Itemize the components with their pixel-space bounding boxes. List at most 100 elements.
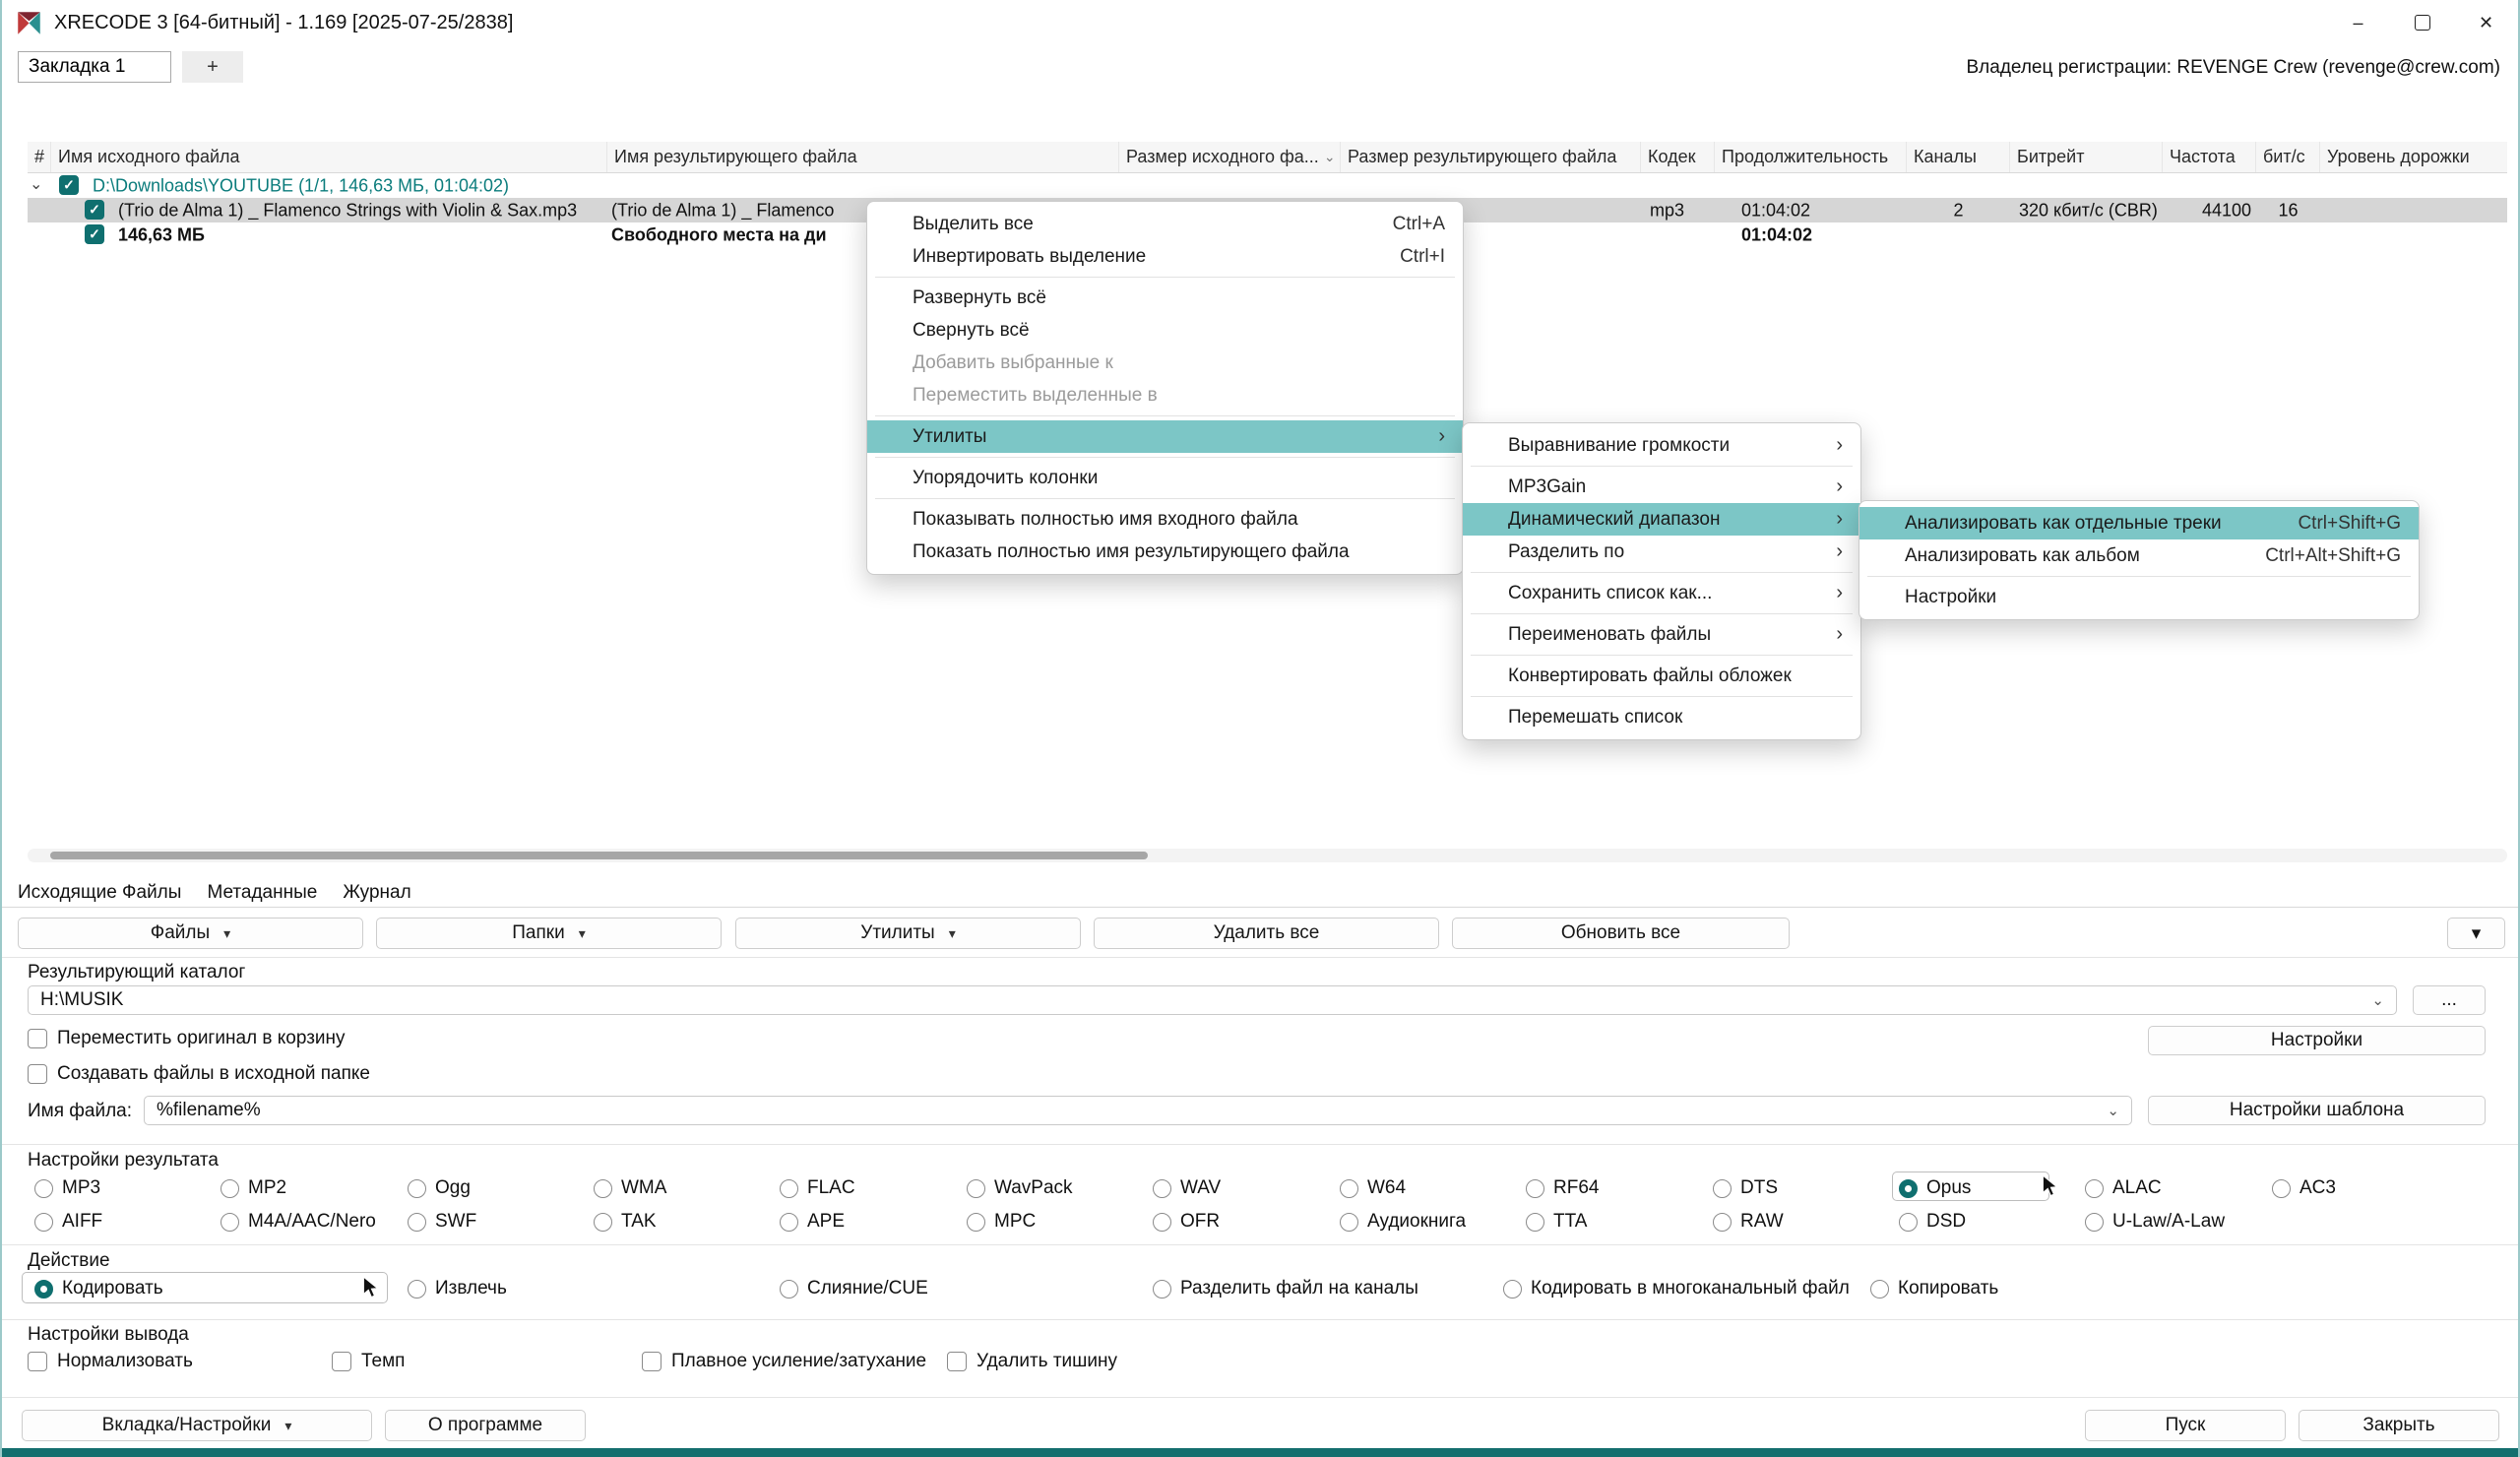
format-swf[interactable]: SWF <box>408 1209 476 1235</box>
toolbar-more-button[interactable]: ▾ <box>2447 918 2505 949</box>
menu-item-split-by[interactable]: Разделить по› <box>1463 536 1860 568</box>
menu-item-rename-files[interactable]: Переименовать файлы› <box>1463 618 1860 651</box>
format-opus[interactable]: Opus <box>1899 1175 1971 1201</box>
tab-settings-button[interactable]: Вкладка/Настройки▾ <box>22 1410 372 1441</box>
menu-item-collapse-all[interactable]: Свернуть всё <box>867 314 1463 347</box>
remove-silence-option[interactable]: Удалить тишину <box>947 1351 1117 1372</box>
format-tak[interactable]: TAK <box>594 1209 657 1235</box>
menu-item-expand-all[interactable]: Развернуть всё <box>867 282 1463 314</box>
menu-item-save-list-as[interactable]: Сохранить список как...› <box>1463 577 1860 609</box>
action-split-channels[interactable]: Разделить файл на каналы <box>1153 1276 1418 1301</box>
format-mpc[interactable]: MPC <box>967 1209 1036 1235</box>
col-number[interactable]: # <box>28 142 51 172</box>
menu-item-dynamic-range[interactable]: Динамический диапазон› <box>1463 503 1860 536</box>
format-aiff[interactable]: AIFF <box>34 1209 102 1235</box>
tab-metadata[interactable]: Метаданные <box>207 882 317 904</box>
format-dsd[interactable]: DSD <box>1899 1209 1966 1235</box>
start-button[interactable]: Пуск <box>2085 1410 2286 1441</box>
scrollbar-thumb[interactable] <box>50 852 1148 859</box>
format-wavpack[interactable]: WavPack <box>967 1175 1073 1201</box>
col-source-name[interactable]: Имя исходного файла <box>51 142 607 172</box>
menu-item-volume-leveling[interactable]: Выравнивание громкости› <box>1463 429 1860 462</box>
trash-settings-button[interactable]: Настройки <box>2148 1026 2486 1055</box>
utilities-dropdown-button[interactable]: Утилиты▾ <box>735 918 1081 949</box>
col-duration[interactable]: Продолжительность <box>1715 142 1907 172</box>
format-ogg[interactable]: Ogg <box>408 1175 471 1201</box>
horizontal-scrollbar[interactable] <box>28 849 2507 862</box>
col-source-size[interactable]: Размер исходного фа... ⌄ <box>1119 142 1341 172</box>
tempo-option[interactable]: Темп <box>332 1351 405 1372</box>
col-bitrate[interactable]: Битрейт <box>2010 142 2163 172</box>
col-frequency[interactable]: Частота <box>2163 142 2256 172</box>
output-dir-combobox[interactable]: H:\MUSIK ⌄ <box>28 985 2397 1015</box>
folders-dropdown-button[interactable]: Папки▾ <box>376 918 722 949</box>
action-extract[interactable]: Извлечь <box>408 1276 507 1301</box>
normalize-checkbox[interactable] <box>28 1352 47 1371</box>
menu-item-shuffle-list[interactable]: Перемешать список <box>1463 701 1860 733</box>
menu-item-analyze-as-album[interactable]: Анализировать как альбомCtrl+Alt+Shift+G <box>1859 539 2419 572</box>
format-ofr[interactable]: OFR <box>1153 1209 1220 1235</box>
format-rf64[interactable]: RF64 <box>1526 1175 1599 1201</box>
col-codec[interactable]: Кодек <box>1641 142 1715 172</box>
format-raw[interactable]: RAW <box>1713 1209 1784 1235</box>
browse-button[interactable]: ... <box>2413 985 2486 1015</box>
col-target-size[interactable]: Размер результирующего файла <box>1341 142 1641 172</box>
move-to-trash-checkbox[interactable] <box>28 1029 47 1048</box>
col-target-name[interactable]: Имя результирующего файла <box>607 142 1119 172</box>
format-mp2[interactable]: MP2 <box>220 1175 286 1201</box>
tab-bookmark-1[interactable]: Закладка 1 <box>18 51 171 83</box>
template-settings-button[interactable]: Настройки шаблона <box>2148 1096 2486 1125</box>
about-button[interactable]: О программе <box>385 1410 586 1441</box>
format-audiobook[interactable]: Аудиокнига <box>1340 1209 1466 1235</box>
group-path[interactable]: D:\Downloads\YOUTUBE (1/1, 146,63 МБ, 01… <box>93 175 509 196</box>
format-ape[interactable]: APE <box>780 1209 845 1235</box>
create-in-source-option[interactable]: Создавать файлы в исходной папке <box>28 1063 370 1085</box>
format-alac[interactable]: ALAC <box>2085 1175 2162 1201</box>
format-tta[interactable]: TTA <box>1526 1209 1587 1235</box>
action-encode-multichannel[interactable]: Кодировать в многоканальный файл <box>1503 1276 1850 1301</box>
maximize-button[interactable] <box>2390 0 2454 45</box>
normalize-option[interactable]: Нормализовать <box>28 1351 193 1372</box>
action-encode[interactable]: Кодировать <box>34 1276 163 1301</box>
menu-item-analyze-as-tracks[interactable]: Анализировать как отдельные трекиCtrl+Sh… <box>1859 507 2419 539</box>
format-dts[interactable]: DTS <box>1713 1175 1778 1201</box>
fade-option[interactable]: Плавное усиление/затухание <box>642 1351 926 1372</box>
table-row-group[interactable]: ⌄ ✓ D:\Downloads\YOUTUBE (1/1, 146,63 МБ… <box>28 173 2507 198</box>
refresh-all-button[interactable]: Обновить все <box>1452 918 1790 949</box>
tempo-checkbox[interactable] <box>332 1352 351 1371</box>
tab-output-files[interactable]: Исходящие Файлы <box>18 882 181 904</box>
action-merge-cue[interactable]: Слияние/CUE <box>780 1276 928 1301</box>
format-wma[interactable]: WMA <box>594 1175 666 1201</box>
menu-item-arrange-columns[interactable]: Упорядочить колонки <box>867 462 1463 494</box>
create-in-source-checkbox[interactable] <box>28 1064 47 1084</box>
format-ulaw[interactable]: U-Law/A-Law <box>2085 1209 2225 1235</box>
format-w64[interactable]: W64 <box>1340 1175 1406 1201</box>
filename-combobox[interactable]: %filename% ⌄ <box>144 1096 2132 1125</box>
files-dropdown-button[interactable]: Файлы▾ <box>18 918 363 949</box>
close-app-button[interactable]: Закрыть <box>2299 1410 2499 1441</box>
action-copy[interactable]: Копировать <box>1870 1276 1998 1301</box>
tab-log[interactable]: Журнал <box>343 882 410 904</box>
format-wav[interactable]: WAV <box>1153 1175 1221 1201</box>
menu-item-utilities[interactable]: Утилиты› <box>867 420 1463 453</box>
format-m4a[interactable]: M4A/AAC/Nero <box>220 1209 376 1235</box>
group-checkbox[interactable]: ✓ <box>59 175 79 195</box>
format-mp3[interactable]: MP3 <box>34 1175 100 1201</box>
format-flac[interactable]: FLAC <box>780 1175 855 1201</box>
menu-item-dr-settings[interactable]: Настройки <box>1859 581 2419 613</box>
minimize-button[interactable]: – <box>2326 0 2390 45</box>
menu-item-convert-cover-files[interactable]: Конвертировать файлы обложек <box>1463 660 1860 692</box>
summary-checkbox[interactable]: ✓ <box>85 224 104 244</box>
file-checkbox[interactable]: ✓ <box>85 200 104 220</box>
col-track-level[interactable]: Уровень дорожки <box>2320 142 2506 172</box>
col-channels[interactable]: Каналы <box>1907 142 2010 172</box>
fade-checkbox[interactable] <box>642 1352 662 1371</box>
menu-item-show-full-input-name[interactable]: Показывать полностью имя входного файла <box>867 503 1463 536</box>
close-button[interactable]: ✕ <box>2454 0 2518 45</box>
expander-icon[interactable]: ⌄ <box>30 174 42 194</box>
col-bits[interactable]: бит/с <box>2256 142 2320 172</box>
menu-item-show-full-output-name[interactable]: Показать полностью имя результирующего ф… <box>867 536 1463 568</box>
add-tab-button[interactable]: + <box>182 51 243 83</box>
move-to-trash-option[interactable]: Переместить оригинал в корзину <box>28 1028 346 1049</box>
menu-item-invert-selection[interactable]: Инвертировать выделениеCtrl+I <box>867 240 1463 273</box>
